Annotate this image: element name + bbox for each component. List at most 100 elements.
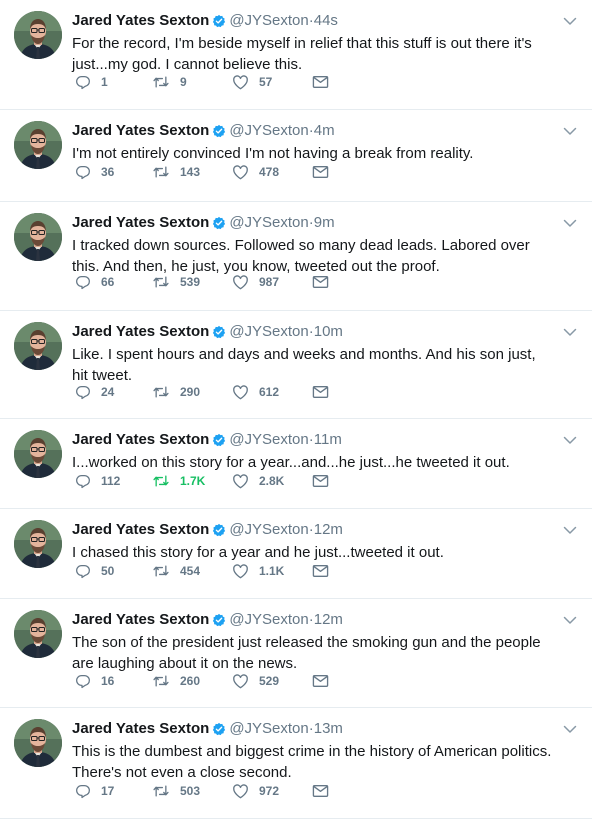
tweet-actions: 1 9 57 bbox=[72, 72, 339, 92]
reply-button[interactable]: 36 bbox=[72, 164, 152, 180]
direct-message-button[interactable] bbox=[312, 784, 339, 798]
retweet-button[interactable]: 1.7K bbox=[152, 473, 232, 489]
like-button[interactable]: 57 bbox=[232, 74, 312, 90]
reply-button[interactable]: 50 bbox=[72, 563, 152, 579]
avatar[interactable] bbox=[14, 11, 62, 59]
author-name[interactable]: Jared Yates Sexton bbox=[72, 431, 209, 448]
heart-icon bbox=[232, 274, 259, 290]
tweet-timestamp[interactable]: 10m bbox=[314, 323, 343, 340]
retweet-button[interactable]: 454 bbox=[152, 563, 232, 579]
author-handle[interactable]: @JYSexton bbox=[229, 122, 308, 139]
like-button[interactable]: 972 bbox=[232, 783, 312, 799]
verified-badge-icon bbox=[212, 325, 226, 345]
author-handle[interactable]: @JYSexton bbox=[229, 521, 308, 538]
author-handle[interactable]: @JYSexton bbox=[229, 214, 308, 231]
avatar[interactable] bbox=[14, 719, 62, 767]
tweet-timestamp[interactable]: 44s bbox=[314, 12, 338, 29]
like-count: 478 bbox=[259, 165, 280, 179]
tweet[interactable]: Jared Yates Sexton @JYSexton·11m I...worke… bbox=[0, 419, 592, 509]
author-name[interactable]: Jared Yates Sexton bbox=[72, 214, 209, 231]
tweet[interactable]: Jared Yates Sexton @JYSexton·4m I'm not en… bbox=[0, 110, 592, 202]
verified-badge-icon bbox=[212, 613, 226, 633]
author-handle[interactable]: @JYSexton bbox=[229, 12, 308, 29]
avatar[interactable] bbox=[14, 121, 62, 169]
author-name[interactable]: Jared Yates Sexton bbox=[72, 521, 209, 538]
avatar[interactable] bbox=[14, 430, 62, 478]
avatar[interactable] bbox=[14, 213, 62, 261]
direct-message-button[interactable] bbox=[312, 275, 339, 289]
reply-icon bbox=[72, 74, 101, 90]
tweet-actions: 16 260 529 bbox=[72, 671, 339, 691]
retweet-button[interactable]: 260 bbox=[152, 673, 232, 689]
retweet-button[interactable]: 539 bbox=[152, 274, 232, 290]
reply-button[interactable]: 66 bbox=[72, 274, 152, 290]
like-button[interactable]: 612 bbox=[232, 384, 312, 400]
author-handle[interactable]: @JYSexton bbox=[229, 323, 308, 340]
reply-button[interactable]: 16 bbox=[72, 673, 152, 689]
avatar[interactable] bbox=[14, 520, 62, 568]
tweet[interactable]: Jared Yates Sexton @JYSexton·13m This is t… bbox=[0, 708, 592, 819]
tweet-actions: 50 454 1.1K bbox=[72, 561, 339, 581]
direct-message-button[interactable] bbox=[312, 385, 339, 399]
tweet[interactable]: Jared Yates Sexton @JYSexton·12m I chased … bbox=[0, 509, 592, 599]
avatar[interactable] bbox=[14, 610, 62, 658]
reply-button[interactable]: 112 bbox=[72, 473, 152, 489]
author-name[interactable]: Jared Yates Sexton bbox=[72, 122, 209, 139]
author-name[interactable]: Jared Yates Sexton bbox=[72, 12, 209, 29]
tweet-timestamp[interactable]: 12m bbox=[314, 521, 343, 538]
direct-message-button[interactable] bbox=[312, 564, 339, 578]
direct-message-button[interactable] bbox=[312, 165, 339, 179]
chevron-down-icon[interactable] bbox=[562, 522, 578, 538]
tweet-text: This is the dumbest and biggest crime in… bbox=[72, 743, 552, 781]
retweet-count: 539 bbox=[180, 275, 201, 289]
direct-message-button[interactable] bbox=[312, 474, 339, 488]
retweet-count: 1.7K bbox=[180, 474, 206, 488]
tweet[interactable]: Jared Yates Sexton @JYSexton·9m I tracked … bbox=[0, 202, 592, 311]
retweet-button[interactable]: 290 bbox=[152, 384, 232, 400]
retweet-button[interactable]: 143 bbox=[152, 164, 232, 180]
author-name[interactable]: Jared Yates Sexton bbox=[72, 720, 209, 737]
chevron-down-icon[interactable] bbox=[562, 123, 578, 139]
envelope-icon bbox=[312, 674, 339, 688]
reply-button[interactable]: 24 bbox=[72, 384, 152, 400]
like-button[interactable]: 2.8K bbox=[232, 473, 312, 489]
like-button[interactable]: 478 bbox=[232, 164, 312, 180]
like-button[interactable]: 529 bbox=[232, 673, 312, 689]
direct-message-button[interactable] bbox=[312, 674, 339, 688]
author-handle[interactable]: @JYSexton bbox=[229, 720, 308, 737]
reply-count: 16 bbox=[101, 674, 115, 688]
like-button[interactable]: 987 bbox=[232, 274, 312, 290]
avatar[interactable] bbox=[14, 322, 62, 370]
author-name[interactable]: Jared Yates Sexton bbox=[72, 323, 209, 340]
direct-message-button[interactable] bbox=[312, 75, 339, 89]
envelope-icon bbox=[312, 165, 339, 179]
chevron-down-icon[interactable] bbox=[562, 324, 578, 340]
like-button[interactable]: 1.1K bbox=[232, 563, 312, 579]
tweet[interactable]: Jared Yates Sexton @JYSexton·12m The son o… bbox=[0, 599, 592, 708]
reply-button[interactable]: 1 bbox=[72, 74, 152, 90]
tweet-timestamp[interactable]: 4m bbox=[314, 122, 335, 139]
tweet-timestamp[interactable]: 13m bbox=[314, 720, 343, 737]
tweet[interactable]: Jared Yates Sexton @JYSexton·10m Like. I s… bbox=[0, 311, 592, 419]
chevron-down-icon[interactable] bbox=[562, 721, 578, 737]
author-handle[interactable]: @JYSexton bbox=[229, 431, 308, 448]
tweet-actions: 112 1.7K 2.8K bbox=[72, 471, 339, 491]
chevron-down-icon[interactable] bbox=[562, 612, 578, 628]
chevron-down-icon[interactable] bbox=[562, 215, 578, 231]
like-count: 972 bbox=[259, 784, 280, 798]
tweet-timestamp[interactable]: 12m bbox=[314, 611, 343, 628]
chevron-down-icon[interactable] bbox=[562, 13, 578, 29]
author-name[interactable]: Jared Yates Sexton bbox=[72, 611, 209, 628]
tweet-timestamp[interactable]: 9m bbox=[314, 214, 335, 231]
reply-icon bbox=[72, 164, 101, 180]
tweet-timestamp[interactable]: 11m bbox=[314, 431, 342, 448]
tweet[interactable]: Jared Yates Sexton @JYSexton·44s For the r… bbox=[0, 0, 592, 110]
retweet-button[interactable]: 9 bbox=[152, 74, 232, 90]
retweet-button[interactable]: 503 bbox=[152, 783, 232, 799]
chevron-down-icon[interactable] bbox=[562, 432, 578, 448]
reply-button[interactable]: 17 bbox=[72, 783, 152, 799]
tweet-text: I chased this story for a year and he ju… bbox=[72, 544, 444, 561]
author-handle[interactable]: @JYSexton bbox=[229, 611, 308, 628]
retweet-icon bbox=[152, 673, 180, 689]
like-count: 612 bbox=[259, 385, 280, 399]
